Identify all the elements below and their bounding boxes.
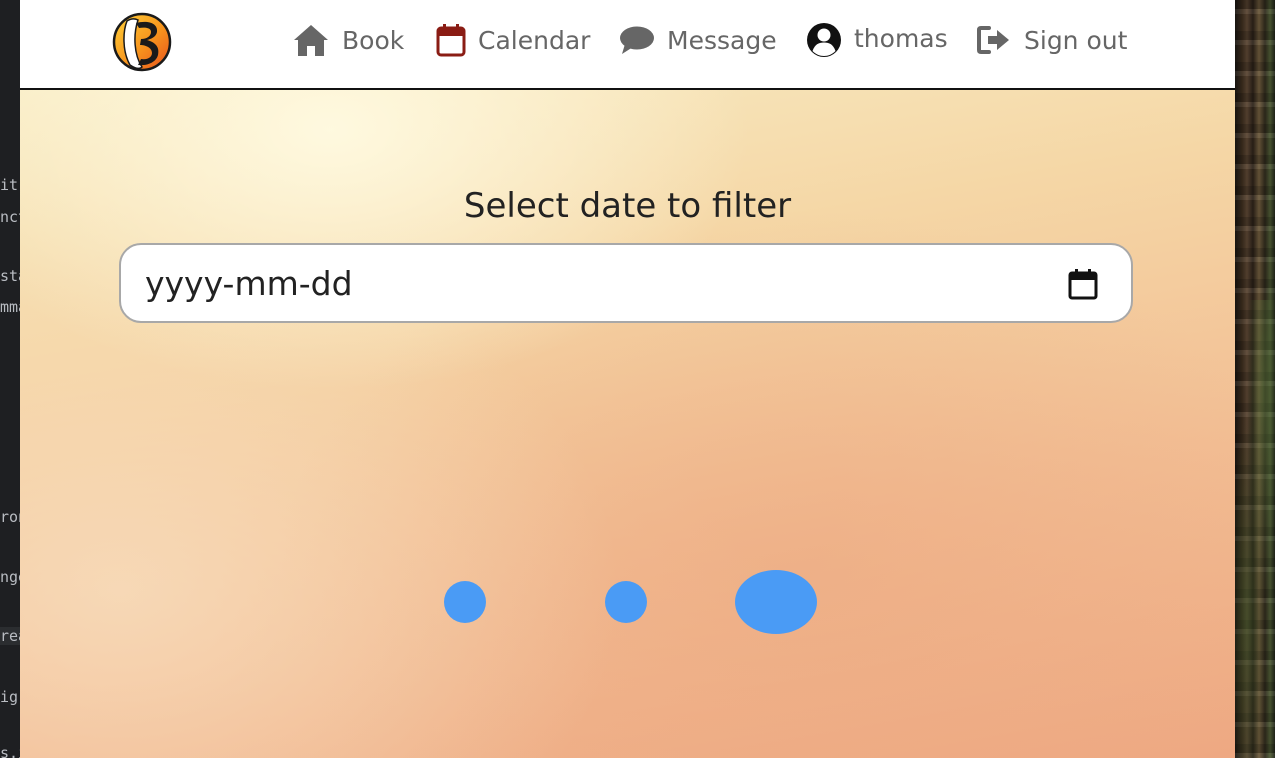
- background-desktop-photo: [1235, 0, 1275, 758]
- nav-calendar-link[interactable]: Calendar: [436, 20, 590, 60]
- code-fragment: mma: [0, 298, 20, 316]
- date-filter-input[interactable]: [145, 263, 1025, 303]
- nav-profile-username: thomas: [854, 23, 948, 53]
- code-fragment: nct: [0, 208, 20, 226]
- nav-profile-link[interactable]: thomas: [806, 20, 948, 60]
- code-fragment: ron: [0, 508, 20, 526]
- code-fragment: igr: [0, 688, 20, 706]
- nav-calendar-label: Calendar: [478, 25, 591, 55]
- nav-message-label: Message: [667, 25, 777, 55]
- code-fragment: sta: [0, 267, 20, 285]
- date-filter-field[interactable]: [119, 243, 1133, 323]
- code-fragment: nge: [0, 568, 20, 586]
- nav-signout-label: Sign out: [1024, 25, 1128, 55]
- code-fragment: it: [0, 176, 19, 194]
- brand-logo[interactable]: [110, 11, 174, 73]
- sign-out-icon: [976, 25, 1012, 55]
- nav-book-label: Book: [342, 25, 405, 55]
- calendar-icon: [436, 23, 466, 57]
- loading-dot: [605, 581, 647, 623]
- home-icon: [292, 23, 330, 57]
- code-fragment: rea: [0, 627, 20, 645]
- code-fragment: s.i: [0, 744, 20, 758]
- top-navbar: Book Calendar Message thomas Sign out: [20, 0, 1235, 90]
- nav-book-link[interactable]: Book: [292, 20, 404, 60]
- main-content: Select date to filter: [20, 90, 1235, 758]
- background-code-editor: it nct sta mma ron nge rea igr s.i: [0, 0, 20, 758]
- chat-bubble-icon: [619, 25, 655, 55]
- user-circle-icon: [806, 22, 842, 58]
- nav-signout-link[interactable]: Sign out: [976, 20, 1127, 60]
- loading-dot: [735, 570, 817, 634]
- booking-app-window: Book Calendar Message thomas Sign out Se…: [20, 0, 1235, 758]
- loading-dot: [444, 581, 486, 623]
- filter-heading: Select date to filter: [463, 186, 792, 226]
- nav-message-link[interactable]: Message: [619, 20, 777, 60]
- calendar-picker-icon[interactable]: [1065, 266, 1101, 302]
